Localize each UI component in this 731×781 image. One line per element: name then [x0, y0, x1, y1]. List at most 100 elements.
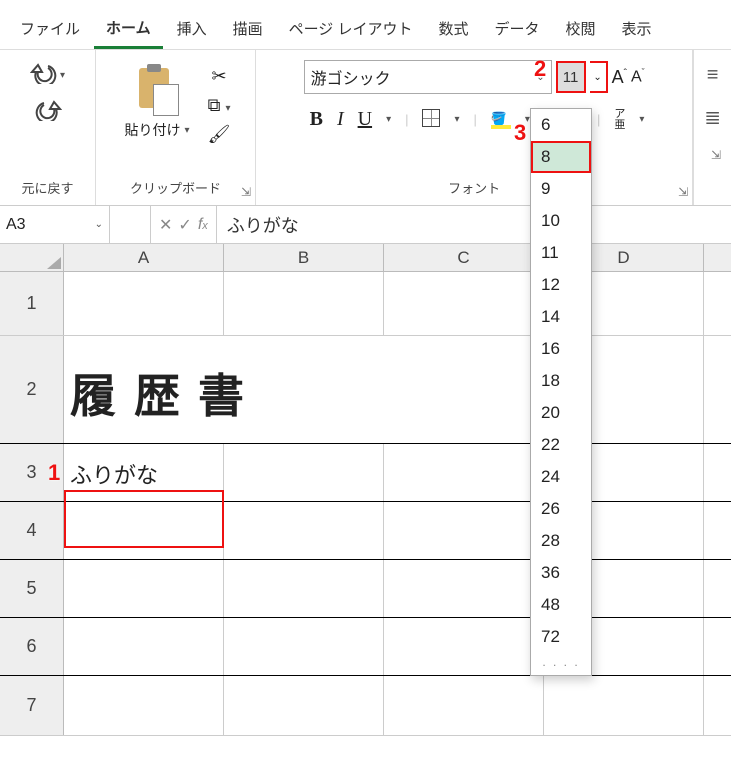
- font-size-option[interactable]: 10: [531, 205, 591, 237]
- cell-C7[interactable]: [384, 676, 544, 735]
- redo-icon: [34, 99, 62, 126]
- row-header-4[interactable]: 4: [0, 502, 64, 559]
- cell-C4[interactable]: [384, 502, 544, 559]
- cell-A3[interactable]: ふりがな: [64, 444, 224, 501]
- cell-A6[interactable]: [64, 618, 224, 675]
- font-size-option[interactable]: 9: [531, 173, 591, 205]
- redo-button[interactable]: [30, 97, 66, 128]
- annotation-number-2: 2: [534, 56, 546, 82]
- dialog-launcher-icon[interactable]: ⇲: [241, 185, 251, 199]
- phonetic-guide-button[interactable]: ア 亜: [614, 109, 625, 131]
- cancel-formula-button[interactable]: ✕: [159, 215, 172, 235]
- cell-B6[interactable]: [224, 618, 384, 675]
- row-header-6[interactable]: 6: [0, 618, 64, 675]
- font-size-option[interactable]: 8: [531, 141, 591, 173]
- bucket-icon: 🪣: [491, 111, 511, 129]
- font-size-option[interactable]: 72: [531, 621, 591, 653]
- row-header-7[interactable]: 7: [0, 676, 64, 735]
- copy-button[interactable]: ⧉ ▾: [208, 95, 231, 116]
- fx-icon[interactable]: fx: [198, 216, 208, 234]
- row-3: 3 ふりがな: [0, 444, 731, 502]
- tab-draw[interactable]: 描画: [221, 10, 275, 47]
- cell-A2[interactable]: 履歴書: [64, 336, 224, 443]
- font-name-value: 游ゴシック: [311, 65, 391, 89]
- cell-A5[interactable]: [64, 560, 224, 617]
- row-header-1[interactable]: 1: [0, 272, 64, 335]
- name-box-value: A3: [6, 216, 26, 234]
- font-size-option[interactable]: 22: [531, 429, 591, 461]
- row-header-5[interactable]: 5: [0, 560, 64, 617]
- name-box[interactable]: A3 ⌄: [0, 206, 110, 243]
- font-size-option[interactable]: 12: [531, 269, 591, 301]
- cell-A4[interactable]: [64, 502, 224, 559]
- cell-B3[interactable]: [224, 444, 384, 501]
- border-button[interactable]: [422, 109, 440, 130]
- font-size-option[interactable]: 36: [531, 557, 591, 589]
- font-size-more[interactable]: . . . .: [531, 653, 591, 671]
- font-size-option[interactable]: 18: [531, 365, 591, 397]
- row-header-2[interactable]: 2: [0, 336, 64, 443]
- cell-C2[interactable]: [384, 336, 544, 443]
- format-painter-button[interactable]: 🖌: [208, 124, 231, 145]
- cell-A1[interactable]: [64, 272, 224, 335]
- fill-color-button[interactable]: 🪣: [491, 111, 511, 129]
- cell-D7[interactable]: [544, 676, 704, 735]
- shrink-font-button[interactable]: Aˇ: [631, 67, 645, 86]
- font-size-option[interactable]: 16: [531, 333, 591, 365]
- align-left-button[interactable]: ≣: [704, 105, 721, 130]
- column-header-C[interactable]: C: [384, 244, 544, 271]
- font-size-option[interactable]: 28: [531, 525, 591, 557]
- align-top-button[interactable]: ≡: [707, 64, 719, 87]
- dialog-launcher-icon[interactable]: ⇲: [678, 185, 688, 199]
- font-size-dropdown-button[interactable]: ⌄: [590, 61, 608, 93]
- cell-C1[interactable]: [384, 272, 544, 335]
- bold-button[interactable]: B: [310, 108, 323, 131]
- dialog-launcher-icon[interactable]: ⇲: [711, 148, 721, 162]
- select-all-corner[interactable]: [0, 244, 64, 271]
- grow-font-button[interactable]: Aˆ: [612, 67, 627, 88]
- tab-formulas[interactable]: 数式: [426, 10, 480, 47]
- undo-icon: [30, 62, 58, 89]
- font-size-option[interactable]: 26: [531, 493, 591, 525]
- tab-home[interactable]: ホーム: [94, 9, 163, 49]
- italic-button[interactable]: I: [337, 108, 344, 131]
- group-label-font: フォント: [448, 174, 500, 201]
- font-size-input[interactable]: 11: [556, 61, 586, 93]
- chevron-down-icon: ⌄: [593, 72, 601, 83]
- font-size-option[interactable]: 48: [531, 589, 591, 621]
- underline-button[interactable]: U: [358, 108, 372, 131]
- font-name-select[interactable]: 游ゴシック ⌄: [304, 60, 552, 94]
- column-header-A[interactable]: A: [64, 244, 224, 271]
- tab-view[interactable]: 表示: [610, 10, 664, 47]
- paste-button[interactable]: 貼り付け ▾: [117, 60, 198, 140]
- column-header-B[interactable]: B: [224, 244, 384, 271]
- cell-B1[interactable]: [224, 272, 384, 335]
- tab-data[interactable]: データ: [483, 10, 552, 47]
- cell-B7[interactable]: [224, 676, 384, 735]
- font-size-option[interactable]: 24: [531, 461, 591, 493]
- tab-review[interactable]: 校閲: [554, 10, 608, 47]
- cell-C3[interactable]: [384, 444, 544, 501]
- paste-label: 貼り付け: [125, 120, 181, 140]
- undo-button[interactable]: ▾: [26, 60, 69, 91]
- tab-page-layout[interactable]: ページ レイアウト: [277, 10, 425, 47]
- cell-C6[interactable]: [384, 618, 544, 675]
- font-size-option[interactable]: 20: [531, 397, 591, 429]
- tab-file[interactable]: ファイル: [8, 10, 92, 47]
- cut-button[interactable]: ✂: [208, 66, 231, 87]
- cell-C5[interactable]: [384, 560, 544, 617]
- confirm-formula-button[interactable]: ✓: [178, 215, 191, 235]
- formula-input[interactable]: ふりがな: [217, 212, 731, 238]
- chevron-down-icon: ▾: [386, 114, 391, 125]
- font-size-option[interactable]: 14: [531, 301, 591, 333]
- font-size-option[interactable]: 6: [531, 109, 591, 141]
- cell-B4[interactable]: [224, 502, 384, 559]
- row-1: 1: [0, 272, 731, 336]
- font-size-option[interactable]: 11: [531, 237, 591, 269]
- group-font: 游ゴシック ⌄ 11 ⌄ Aˆ Aˇ B I U▾ | ▾ | 🪣▾ A▾ |: [256, 50, 693, 205]
- tab-insert[interactable]: 挿入: [165, 10, 219, 47]
- cell-B5[interactable]: [224, 560, 384, 617]
- ribbon-tabs: ファイル ホーム 挿入 描画 ページ レイアウト 数式 データ 校閲 表示: [0, 0, 731, 50]
- paste-icon: [135, 64, 179, 116]
- cell-A7[interactable]: [64, 676, 224, 735]
